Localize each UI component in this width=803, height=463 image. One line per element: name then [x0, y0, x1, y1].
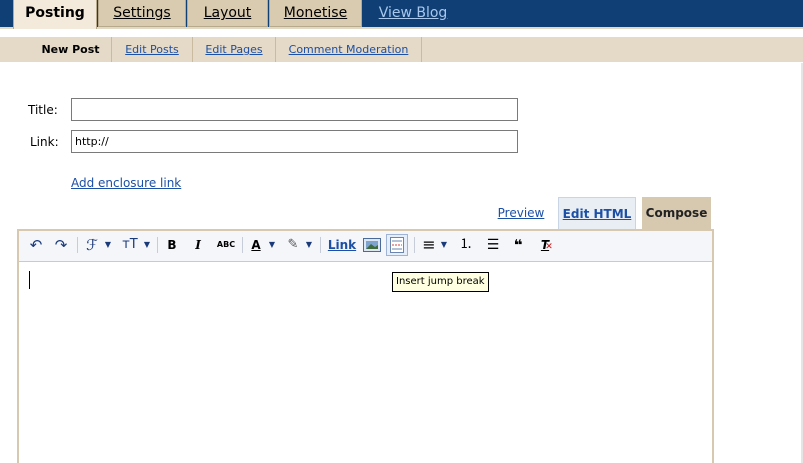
blockquote-icon[interactable]: ❝	[509, 235, 527, 255]
text-cursor	[29, 271, 30, 289]
close-icon: ✕	[545, 242, 553, 252]
subtab-comment-moderation[interactable]: Comment Moderation	[276, 37, 422, 62]
editor-content-area[interactable]	[19, 262, 712, 463]
bold-button[interactable]: B	[164, 235, 180, 255]
link-label: Link:	[30, 135, 59, 149]
bullet-list-icon[interactable]: ☰	[484, 235, 502, 255]
subtab-new-post[interactable]: New Post	[30, 37, 112, 62]
chevron-down-icon[interactable]: ▼	[141, 235, 153, 255]
link-input[interactable]	[71, 130, 518, 153]
toolbar-divider	[242, 237, 243, 253]
undo-icon[interactable]: ↶	[27, 235, 45, 255]
numbered-list-icon[interactable]: ⒈	[457, 235, 475, 255]
tab-compose[interactable]: Compose	[642, 197, 711, 229]
subtab-edit-posts[interactable]: Edit Posts	[112, 37, 193, 62]
toolbar-divider	[157, 237, 158, 253]
italic-button[interactable]: I	[190, 235, 206, 255]
chevron-down-icon[interactable]: ▼	[438, 235, 450, 255]
strikethrough-button[interactable]: ABC	[214, 235, 238, 255]
tab-view-blog[interactable]: View Blog	[370, 0, 456, 27]
font-family-icon[interactable]: ℱ	[84, 235, 100, 255]
tab-edit-html[interactable]: Edit HTML	[558, 197, 636, 229]
font-size-icon[interactable]: тT	[120, 235, 140, 255]
toolbar-divider	[77, 237, 78, 253]
add-enclosure-link[interactable]: Add enclosure link	[71, 176, 181, 190]
title-input[interactable]	[71, 98, 518, 121]
subtab-edit-pages[interactable]: Edit Pages	[193, 37, 276, 62]
chevron-down-icon[interactable]: ▼	[266, 235, 278, 255]
chevron-down-icon[interactable]: ▼	[102, 235, 114, 255]
tooltip: Insert jump break	[392, 272, 489, 292]
link-button[interactable]: Link	[327, 235, 357, 255]
tab-posting[interactable]: Posting	[13, 0, 97, 29]
tab-monetise[interactable]: Monetise	[269, 0, 362, 27]
preview-link[interactable]: Preview	[490, 197, 552, 229]
align-icon[interactable]: ≡	[420, 235, 438, 255]
text-color-icon[interactable]: A	[247, 235, 265, 255]
tab-layout[interactable]: Layout	[187, 0, 268, 27]
insert-jump-break-icon[interactable]	[386, 234, 408, 256]
insert-image-icon[interactable]	[362, 235, 382, 255]
redo-icon[interactable]: ↷	[51, 235, 71, 255]
toolbar-divider	[320, 237, 321, 253]
tab-settings[interactable]: Settings	[98, 0, 186, 27]
chevron-down-icon[interactable]: ▼	[303, 235, 315, 255]
toolbar-divider	[414, 237, 415, 253]
title-label: Title:	[28, 103, 58, 117]
highlight-color-icon[interactable]: ✎	[284, 235, 302, 255]
